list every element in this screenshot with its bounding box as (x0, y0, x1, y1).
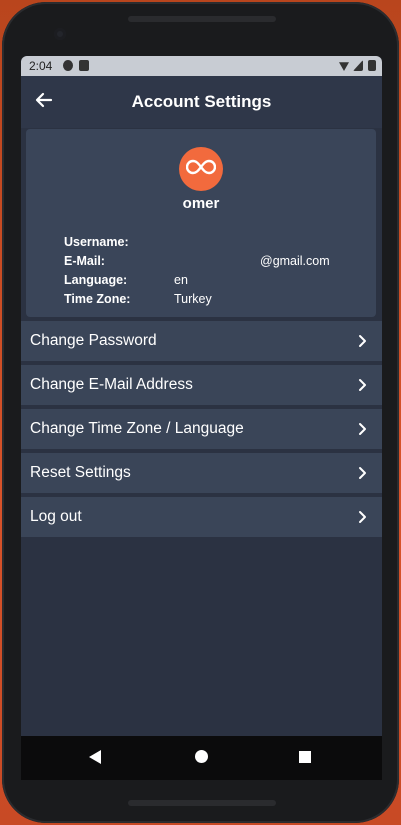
top-speaker (128, 16, 276, 22)
infinity-logo-icon (185, 159, 217, 180)
menu-item-label: Change Password (30, 332, 157, 349)
menu-item-label: Log out (30, 508, 82, 525)
info-row-language: Language: en (64, 273, 330, 292)
nav-home-icon[interactable] (195, 750, 208, 763)
username-label: Username: (64, 235, 129, 249)
bottom-speaker (128, 800, 276, 806)
menu-item-log-out[interactable]: Log out (21, 497, 382, 537)
email-label: E-Mail: (64, 254, 105, 268)
chevron-right-icon (356, 333, 370, 349)
menu-item-label: Reset Settings (30, 464, 131, 481)
avatar (179, 147, 223, 191)
screen: 2:04 Account Settings omer Username: E-M… (21, 56, 382, 780)
menu-item-change-password[interactable]: Change Password (21, 321, 382, 361)
battery-icon (368, 60, 376, 71)
timezone-label: Time Zone: (64, 292, 131, 306)
menu-item-change-timezone-language[interactable]: Change Time Zone / Language (21, 409, 382, 449)
menu-item-label: Change E-Mail Address (30, 376, 193, 393)
info-row-timezone: Time Zone: Turkey (64, 292, 330, 311)
app-bar: Account Settings (21, 76, 382, 128)
status-bar: 2:04 (21, 56, 382, 76)
notification-icon (63, 60, 73, 71)
nav-recents-icon[interactable] (299, 751, 311, 763)
menu-item-label: Change Time Zone / Language (30, 420, 244, 437)
chevron-right-icon (356, 465, 370, 481)
profile-info: Username: E-Mail: @gmail.com Language: e… (64, 235, 330, 311)
wifi-icon (339, 62, 349, 71)
language-label: Language: (64, 273, 128, 287)
language-value: en (174, 273, 188, 287)
info-row-username: Username: (64, 235, 330, 254)
timezone-value: Turkey (174, 292, 212, 306)
email-value: @gmail.com (260, 254, 330, 268)
front-camera (54, 28, 66, 40)
menu-item-reset-settings[interactable]: Reset Settings (21, 453, 382, 493)
phone-frame: 2:04 Account Settings omer Username: E-M… (2, 2, 399, 823)
status-time: 2:04 (29, 59, 53, 73)
settings-menu: Change Password Change E-Mail Address Ch… (21, 321, 382, 541)
menu-item-change-email[interactable]: Change E-Mail Address (21, 365, 382, 405)
chevron-right-icon (356, 421, 370, 437)
chevron-right-icon (356, 509, 370, 525)
info-row-email: E-Mail: @gmail.com (64, 254, 330, 273)
nav-back-icon[interactable] (89, 750, 101, 764)
profile-name: omer (182, 195, 220, 212)
page-title: Account Settings (131, 92, 272, 111)
profile-card: omer Username: E-Mail: @gmail.com Langua… (26, 129, 376, 317)
sd-card-icon (79, 60, 89, 71)
signal-icon (353, 60, 363, 71)
chevron-right-icon (356, 377, 370, 393)
system-nav-bar (21, 736, 382, 780)
